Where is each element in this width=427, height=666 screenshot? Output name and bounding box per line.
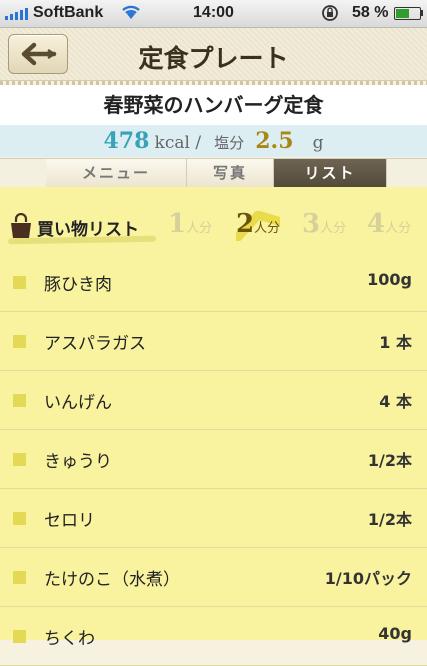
- shopping-list-title: 買い物リスト: [37, 220, 139, 240]
- salt-label: 塩分: [214, 134, 245, 152]
- item-quantity: 1/2本: [367, 510, 412, 529]
- item-quantity: 1 本: [379, 333, 412, 352]
- item-name: たけのこ（水煮）: [44, 570, 180, 590]
- serving-3-button[interactable]: 3人分: [302, 209, 346, 239]
- dish-name: 春野菜のハンバーグ定食: [0, 85, 427, 125]
- salt-unit: g: [312, 133, 324, 153]
- item-name: セロリ: [44, 511, 95, 531]
- status-bar: SoftBank 14:00 58 %: [0, 0, 427, 28]
- checkbox-icon: [13, 276, 26, 289]
- battery-icon: [394, 7, 421, 20]
- item-name: アスパラガス: [44, 334, 146, 354]
- list-item[interactable]: セロリ 1/2本: [0, 489, 427, 548]
- rotation-lock-icon: [320, 4, 342, 27]
- item-quantity: 1/2本: [367, 451, 412, 470]
- nutrition-bar: 478 kcal / 塩分 2.5 g: [0, 125, 427, 157]
- item-quantity: 4 本: [379, 392, 412, 411]
- item-quantity: 100g: [367, 270, 412, 289]
- serving-2-button[interactable]: 2人分: [236, 209, 280, 239]
- checkbox-icon: [13, 453, 26, 466]
- list-item[interactable]: アスパラガス 1 本: [0, 312, 427, 371]
- tab-bar: メニュー 写真 リスト: [0, 158, 427, 188]
- item-quantity: 40g: [378, 624, 412, 643]
- tab-menu[interactable]: メニュー: [46, 159, 187, 187]
- item-name: ちくわ: [44, 629, 95, 649]
- item-name: きゅうり: [44, 452, 112, 472]
- item-name: いんげん: [44, 393, 112, 413]
- shopping-bag-icon: [9, 212, 33, 243]
- shopping-list: 買い物リスト 1人分 2人分 3人分 4人分 豚ひき肉 100g アスパラガス …: [0, 187, 427, 666]
- salt-value: 2.5: [255, 128, 294, 154]
- list-item[interactable]: きゅうり 1/2本: [0, 430, 427, 489]
- navigation-bar: 定食プレート: [0, 28, 427, 81]
- battery-tip: [421, 10, 423, 16]
- tab-list[interactable]: リスト: [274, 159, 387, 187]
- serving-1-button[interactable]: 1人分: [168, 209, 212, 239]
- list-item[interactable]: ちくわ 40g: [0, 607, 427, 666]
- battery-percent: 58 %: [352, 4, 389, 21]
- kcal-value: 478: [103, 128, 150, 154]
- item-name: 豚ひき肉: [44, 275, 112, 295]
- checkbox-icon: [13, 571, 26, 584]
- checkbox-icon: [13, 512, 26, 525]
- checkbox-icon: [13, 630, 26, 643]
- kcal-unit: kcal /: [154, 133, 202, 153]
- page-title: 定食プレート: [138, 44, 289, 73]
- tab-photo[interactable]: 写真: [187, 159, 274, 187]
- list-item[interactable]: 豚ひき肉 100g: [0, 253, 427, 312]
- list-item[interactable]: いんげん 4 本: [0, 371, 427, 430]
- checkbox-icon: [13, 394, 26, 407]
- serving-4-button[interactable]: 4人分: [367, 209, 411, 239]
- list-item[interactable]: たけのこ（水煮） 1/10パック: [0, 548, 427, 607]
- shopping-list-header: 買い物リスト 1人分 2人分 3人分 4人分: [0, 207, 427, 247]
- item-quantity: 1/10パック: [324, 569, 412, 588]
- checkbox-icon: [13, 335, 26, 348]
